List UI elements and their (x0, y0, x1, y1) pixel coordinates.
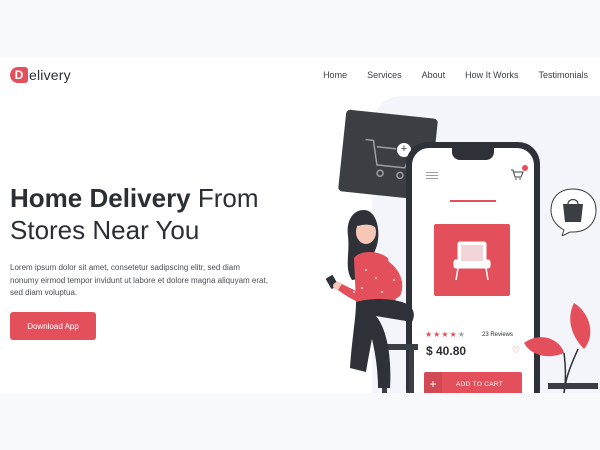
hero-title-line1-rest: From (190, 183, 259, 213)
main-nav: Home Services About How It Works Testimo… (303, 70, 588, 80)
woman-illustration (325, 210, 418, 393)
logo[interactable]: D elivery (10, 67, 71, 83)
nav-services[interactable]: Services (367, 70, 402, 80)
hero-title: Home Delivery From Stores Near You (10, 182, 310, 246)
header: D elivery Home Services About How It Wor… (0, 58, 600, 94)
hero-title-bold: Home Delivery (10, 183, 191, 213)
shopping-bag-bubble (550, 188, 597, 236)
nav-home[interactable]: Home (323, 70, 347, 80)
download-app-button[interactable]: Download App (10, 312, 96, 340)
add-to-cart-label: ADD TO CART (456, 380, 504, 388)
product-image[interactable] (434, 224, 510, 296)
reviews-count: 23 Reviews (482, 332, 514, 338)
plant-illustration (524, 303, 598, 393)
chair-icon (453, 241, 491, 281)
nav-how-it-works[interactable]: How It Works (465, 70, 518, 80)
page: D elivery Home Services About How It Wor… (0, 58, 600, 393)
hero-description: Lorem ipsum dolor sit amet, consetetur s… (10, 263, 268, 297)
phone-notch (452, 148, 494, 160)
logo-text: elivery (29, 67, 71, 83)
cart-badge (522, 165, 528, 171)
add-to-cart-button[interactable]: + ADD TO CART (424, 372, 522, 393)
title-underline (450, 200, 496, 202)
nav-about[interactable]: About (422, 70, 446, 80)
logo-badge: D (10, 67, 28, 83)
hero-title-line2: Stores Near You (10, 215, 200, 245)
nav-testimonials[interactable]: Testimonials (538, 70, 588, 80)
menu-icon[interactable] (426, 172, 438, 181)
heart-icon[interactable]: ♡ (512, 345, 520, 356)
